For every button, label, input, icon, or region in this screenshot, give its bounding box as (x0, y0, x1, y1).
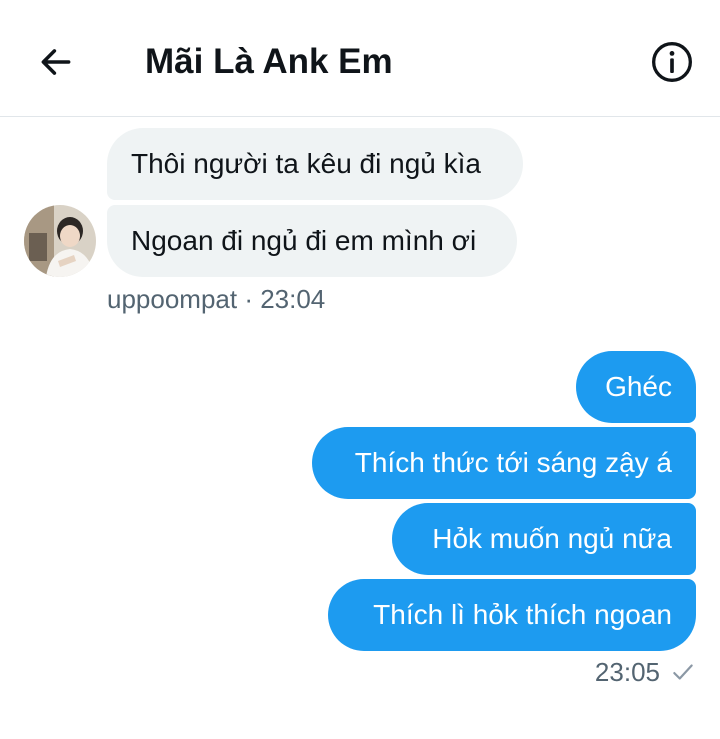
sent-message-meta: 23:05 (595, 656, 696, 688)
sent-message-bubble[interactable]: Thích lì hỏk thích ngoan (328, 579, 696, 651)
avatar-photo (24, 205, 96, 277)
arrow-left-icon (41, 49, 71, 75)
message-text: Thích lì hỏk thích ngoan (373, 599, 672, 630)
sent-message-bubble[interactable]: Thích thức tới sáng zậy á (312, 427, 696, 499)
received-message-meta: uppoompat · 23:04 (107, 284, 326, 314)
sent-message-bubble[interactable]: Ghéc (576, 351, 696, 423)
message-text: Thích thức tới sáng zậy á (354, 447, 672, 478)
message-text: Thôi người ta kêu đi ngủ kìa (131, 148, 481, 179)
conversation-header: Mãi Là Ank Em (0, 0, 720, 117)
conversation-title: Mãi Là Ank Em (145, 42, 393, 81)
sent-message-time: 23:05 (594, 657, 660, 687)
message-text: Ghéc (605, 371, 672, 402)
checkmark-icon (673, 664, 693, 680)
conversation-info-button[interactable] (648, 38, 696, 86)
sent-message-bubble[interactable]: Hỏk muốn ngủ nữa (392, 503, 696, 575)
message-text: Ngoan đi ngủ đi em mình ơi (131, 225, 477, 256)
received-message-bubble[interactable]: Ngoan đi ngủ đi em mình ơi (107, 205, 517, 277)
user-avatar[interactable] (24, 205, 96, 277)
back-button[interactable] (32, 38, 80, 86)
info-circle-icon (652, 42, 692, 82)
received-message-bubble[interactable]: Thôi người ta kêu đi ngủ kìa (107, 128, 523, 200)
message-text: Hỏk muốn ngủ nữa (432, 523, 672, 554)
